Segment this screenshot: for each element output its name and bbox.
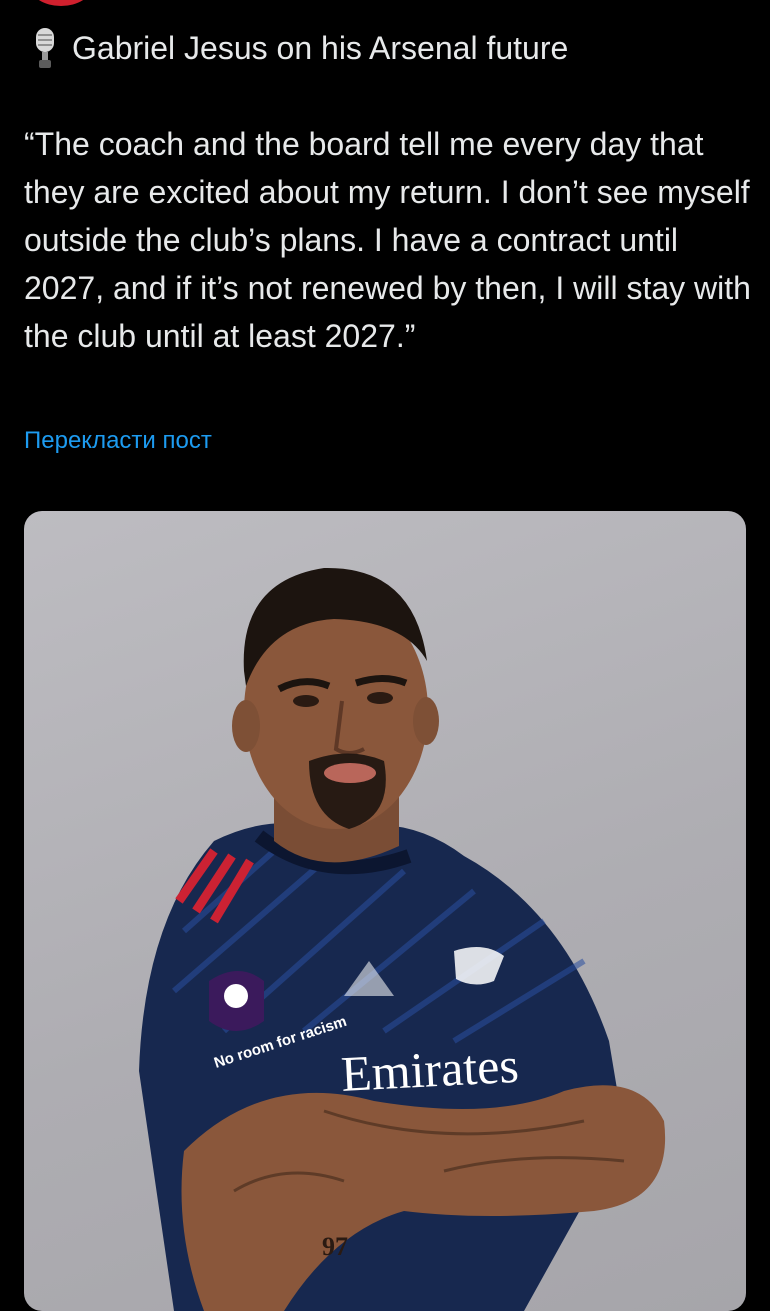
sponsor-text: Emirates — [340, 1037, 520, 1102]
translate-post-link[interactable]: Перекласти пост — [24, 424, 212, 458]
post-text: “The coach and the board tell me every d… — [24, 126, 751, 354]
author-avatar[interactable] — [30, 0, 92, 6]
post-title-text: Gabriel Jesus on his Arsenal future — [72, 30, 569, 66]
post-title: Gabriel Jesus on his Arsenal future — [32, 26, 568, 70]
post-image[interactable]: No room for racism Emirates 97 — [24, 511, 746, 1311]
player-photo: No room for racism Emirates 97 — [139, 567, 666, 1311]
microphone-icon — [36, 28, 54, 68]
tattoo-number: 97 — [322, 1232, 348, 1261]
